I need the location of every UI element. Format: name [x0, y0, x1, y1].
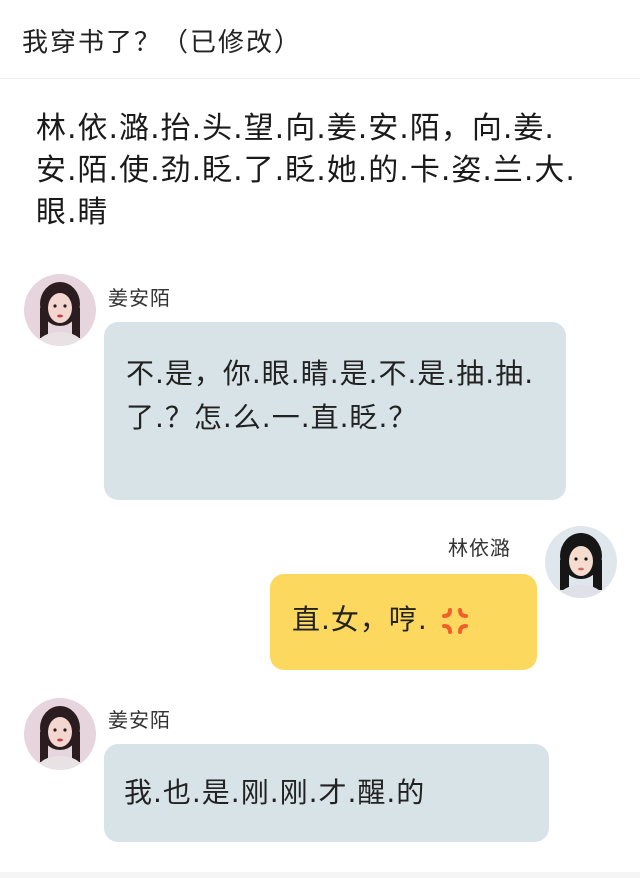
avatar[interactable]	[24, 274, 96, 346]
avatar[interactable]	[545, 526, 617, 598]
sender-name: 姜安陌	[108, 286, 171, 310]
girl-avatar-icon	[24, 274, 96, 346]
sender-name: 姜安陌	[108, 708, 171, 732]
girl-avatar-icon	[24, 698, 96, 770]
sender-name: 林依潞	[448, 536, 511, 560]
message-bubble: 我.也.是.刚.刚.才.醒.的	[104, 744, 549, 842]
girl-avatar-icon	[545, 526, 617, 598]
anger-icon	[441, 608, 468, 634]
message-text: 直.女，哼.	[292, 603, 428, 636]
page-title: 我穿书了？（已修改）	[22, 28, 303, 58]
message-bubble: 直.女，哼.	[270, 574, 537, 670]
divider	[0, 872, 640, 878]
narration-text: 林.依.潞.抬.头.望.向.姜.安.陌，向.姜.安.陌.使.劲.眨.了.眨.她.…	[36, 111, 576, 230]
header-bar: 我穿书了？（已修改）	[0, 0, 640, 79]
avatar[interactable]	[24, 698, 96, 770]
message-bubble: 不.是，你.眼.睛.是.不.是.抽.抽.了.？怎.么.一.直.眨.？	[104, 322, 566, 500]
